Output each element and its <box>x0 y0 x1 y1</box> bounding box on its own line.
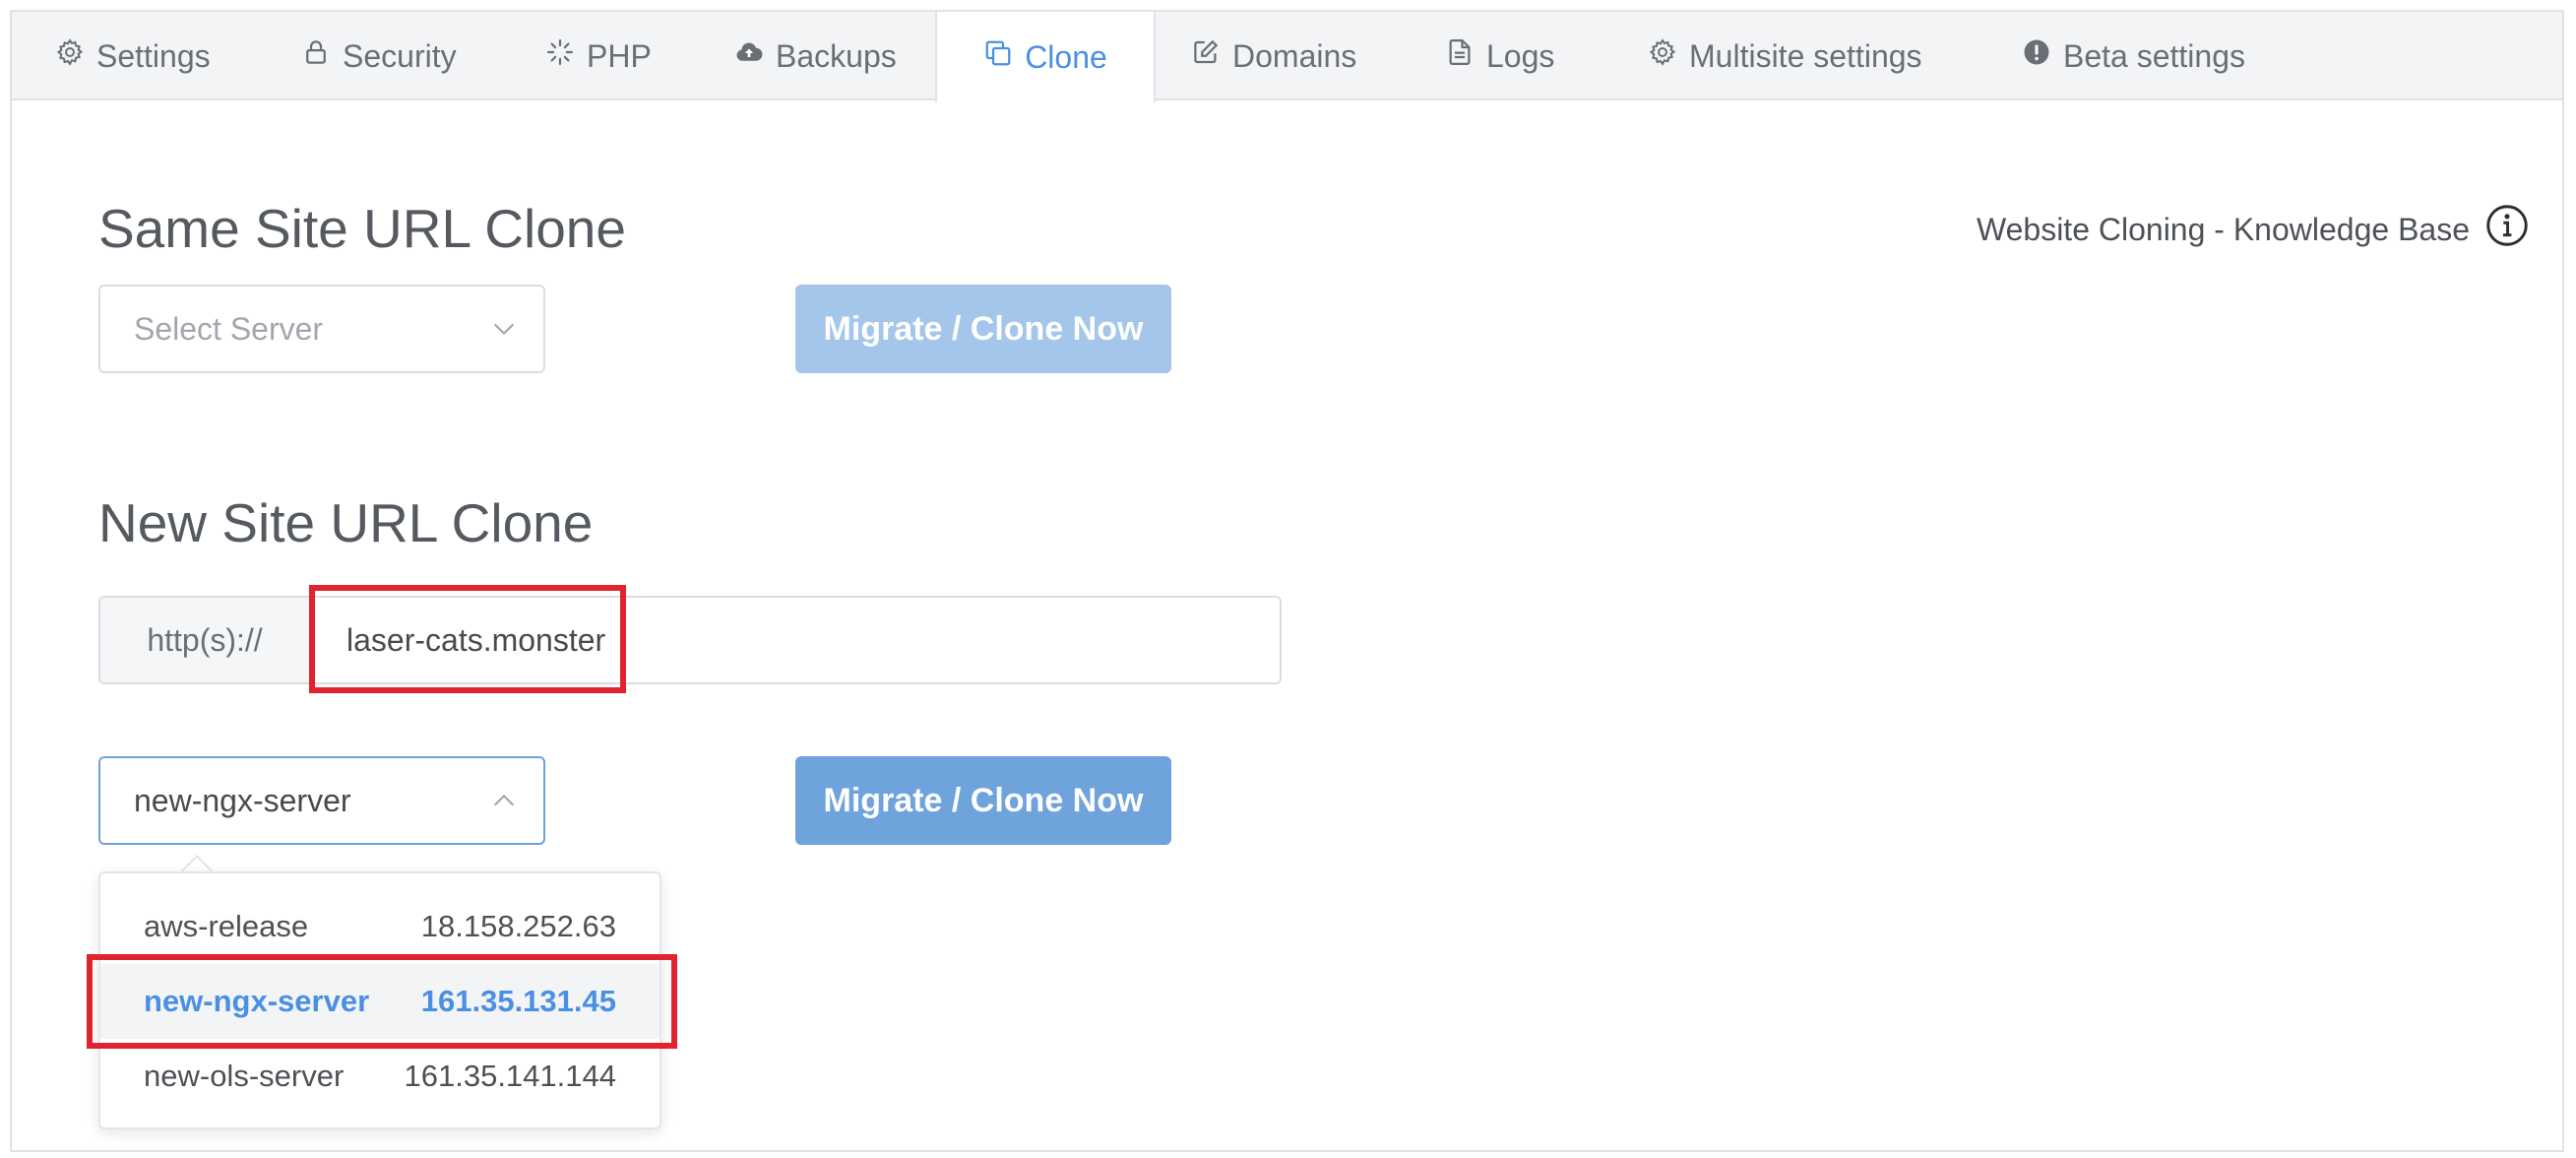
server-dropdown-menu: aws-release 18.158.252.63 new-ngx-server… <box>98 871 661 1129</box>
tab-beta-settings[interactable]: Beta settings <box>2022 12 2245 100</box>
knowledge-base-link[interactable]: Website Cloning - Knowledge Base <box>1977 204 2529 255</box>
same-site-migrate-button[interactable]: Migrate / Clone Now <box>795 285 1171 373</box>
tab-label: Beta settings <box>2063 37 2245 74</box>
server-option-ip: 161.35.131.45 <box>420 984 616 1018</box>
exclamation-circle-icon <box>2022 37 2051 75</box>
url-prefix-addon: http(s):// <box>100 598 311 682</box>
tab-clone[interactable]: Clone <box>935 12 1156 102</box>
select-value: new-ngx-server <box>134 782 351 818</box>
tab-label: Backups <box>776 37 897 74</box>
tab-label: Settings <box>96 37 211 74</box>
file-icon <box>1445 37 1475 75</box>
tab-php[interactable]: PHP <box>545 12 652 100</box>
tab-backups[interactable]: Backups <box>734 12 897 100</box>
chevron-down-icon <box>493 323 515 336</box>
new-site-url-group: http(s):// <box>98 596 1282 684</box>
server-option-ip: 161.35.141.144 <box>404 1059 617 1093</box>
new-site-url-input[interactable] <box>311 598 1280 682</box>
edit-icon <box>1191 37 1221 75</box>
copy-icon <box>983 38 1013 76</box>
spinner-icon <box>545 37 575 75</box>
tab-label: Domains <box>1232 37 1357 74</box>
server-option-new-ngx-server[interactable]: new-ngx-server 161.35.131.45 <box>100 964 660 1039</box>
new-site-clone-heading: New Site URL Clone <box>98 492 594 553</box>
tab-logs[interactable]: Logs <box>1445 12 1554 100</box>
tab-multisite-settings[interactable]: Multisite settings <box>1648 12 1922 100</box>
server-option-name: new-ngx-server <box>144 984 370 1018</box>
cloud-upload-icon <box>734 37 764 75</box>
tab-label: PHP <box>587 37 652 74</box>
new-site-migrate-button[interactable]: Migrate / Clone Now <box>795 756 1171 845</box>
tab-label: Multisite settings <box>1689 37 1922 74</box>
tab-bar: Settings Security PHP Backups Clone Doma… <box>12 12 2562 102</box>
tab-label: Clone <box>1025 38 1107 75</box>
tab-label: Security <box>343 37 457 74</box>
gear-icon <box>1648 37 1677 75</box>
chevron-up-icon <box>493 794 515 806</box>
same-site-clone-heading: Same Site URL Clone <box>98 198 626 259</box>
server-option-name: new-ols-server <box>144 1059 345 1093</box>
gear-icon <box>55 37 85 75</box>
select-placeholder: Select Server <box>134 310 324 347</box>
server-option-new-ols-server[interactable]: new-ols-server 161.35.141.144 <box>100 1039 660 1114</box>
tab-label: Logs <box>1486 37 1555 74</box>
tab-settings[interactable]: Settings <box>55 12 211 100</box>
app-frame: Settings Security PHP Backups Clone Doma… <box>10 10 2564 1152</box>
knowledge-base-label: Website Cloning - Knowledge Base <box>1976 211 2470 247</box>
server-option-name: aws-release <box>144 909 309 943</box>
tab-security[interactable]: Security <box>301 12 457 100</box>
lock-icon <box>301 37 331 75</box>
server-option-ip: 18.158.252.63 <box>420 909 616 943</box>
tab-domains[interactable]: Domains <box>1191 12 1356 100</box>
new-site-server-select[interactable]: new-ngx-server <box>98 756 545 845</box>
info-circle-icon <box>2485 204 2529 255</box>
server-option-aws-release[interactable]: aws-release 18.158.252.63 <box>100 889 660 964</box>
same-site-server-select[interactable]: Select Server <box>98 285 545 373</box>
